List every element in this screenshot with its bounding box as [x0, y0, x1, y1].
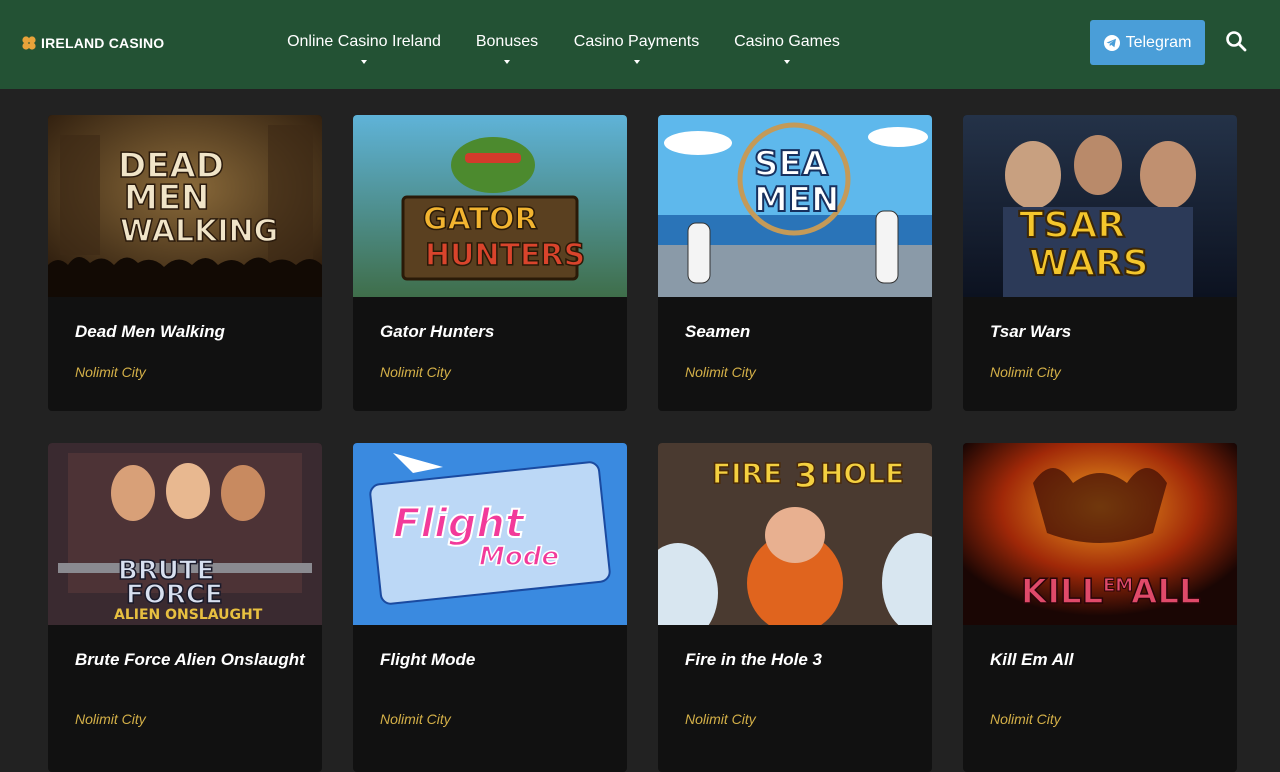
game-card-kill-em-all[interactable]: KILL EM ALL Kill Em All Nolimit City: [963, 443, 1237, 772]
art-title-line: GATOR: [423, 202, 538, 237]
nav-label: Casino Games: [734, 33, 840, 50]
site-logo[interactable]: IRELAND CASINO: [21, 33, 164, 53]
game-thumbnail[interactable]: SEA MEN: [658, 115, 932, 297]
telegram-icon: [1103, 34, 1120, 51]
game-thumbnail[interactable]: GATOR HUNTERS: [353, 115, 627, 297]
caret-down-icon: [361, 60, 367, 64]
game-title[interactable]: Tsar Wars: [990, 322, 1220, 341]
art-title-line: ALIEN ONSLAUGHT: [114, 607, 263, 623]
game-title[interactable]: Flight Mode: [380, 650, 610, 669]
caret-down-icon: [504, 60, 510, 64]
art-title-line: HOLE: [820, 457, 904, 490]
nav-label: Bonuses: [475, 33, 539, 50]
game-card-tsar-wars[interactable]: TSAR WARS Tsar Wars Nolimit City: [963, 115, 1237, 411]
game-provider: Nolimit City: [685, 364, 756, 380]
nav-bonuses[interactable]: Bonuses: [475, 33, 539, 73]
art-title-line: MEN: [124, 178, 210, 218]
game-provider: Nolimit City: [380, 711, 451, 727]
art-title-line: EM: [1103, 575, 1133, 596]
nav-label: Online Casino Ireland: [287, 33, 441, 50]
art-title-line: ALL: [1131, 572, 1201, 612]
game-title[interactable]: Brute Force Alien Onslaught: [75, 650, 305, 669]
caret-down-icon: [633, 60, 640, 64]
game-card-brute-force[interactable]: BRUTE FORCE ALIEN ONSLAUGHT Brute Force …: [48, 443, 322, 772]
game-card-gator-hunters[interactable]: GATOR HUNTERS Gator Hunters Nolimit City: [353, 115, 627, 411]
game-card-fire-in-the-hole-3[interactable]: FIRE 3 HOLE Fire in the Hole 3 Nolimit C…: [658, 443, 932, 772]
game-provider: Nolimit City: [990, 711, 1061, 727]
game-thumbnail[interactable]: TSAR WARS: [963, 115, 1237, 297]
game-title[interactable]: Fire in the Hole 3: [685, 650, 915, 669]
telegram-button[interactable]: Telegram: [1090, 20, 1205, 65]
nav-online-casino-ireland[interactable]: Online Casino Ireland: [286, 33, 442, 73]
nav-casino-games[interactable]: Casino Games: [733, 33, 841, 73]
game-card-flight-mode[interactable]: Flight Mode Flight Mode Nolimit City: [353, 443, 627, 772]
art-title-line: MEN: [754, 180, 840, 220]
game-card-dead-men-walking[interactable]: DEAD MEN WALKING Dead Men Walking Nolimi…: [48, 115, 322, 411]
search-button[interactable]: [1224, 29, 1248, 53]
game-thumbnail[interactable]: FIRE 3 HOLE: [658, 443, 932, 625]
art-title-line: HUNTERS: [425, 238, 585, 273]
game-title[interactable]: Seamen: [685, 322, 915, 341]
art-title-line: TSAR: [1019, 205, 1125, 246]
game-title[interactable]: Kill Em All: [990, 650, 1220, 669]
game-provider: Nolimit City: [685, 711, 756, 727]
game-thumbnail[interactable]: BRUTE FORCE ALIEN ONSLAUGHT: [48, 443, 322, 625]
game-card-seamen[interactable]: SEA MEN Seamen Nolimit City: [658, 115, 932, 411]
clover-icon: [22, 36, 36, 50]
game-thumbnail[interactable]: DEAD MEN WALKING: [48, 115, 322, 297]
game-provider: Nolimit City: [75, 711, 146, 727]
art-title-line: WALKING: [120, 214, 278, 249]
art-title-line: FIRE: [712, 457, 782, 490]
game-provider: Nolimit City: [990, 364, 1061, 380]
nav-casino-payments[interactable]: Casino Payments: [572, 33, 701, 73]
art-title-line: FORCE: [126, 580, 223, 610]
art-title-line: Flight: [393, 501, 526, 547]
game-thumbnail[interactable]: Flight Mode: [353, 443, 627, 625]
art-title-line: SEA: [754, 144, 829, 184]
game-provider: Nolimit City: [75, 364, 146, 380]
logo-text: IRELAND CASINO: [41, 35, 165, 51]
search-icon: [1226, 31, 1247, 52]
nav-label: Casino Payments: [573, 33, 700, 50]
game-title[interactable]: Gator Hunters: [380, 322, 610, 341]
art-title-line: KILL: [1021, 572, 1103, 612]
art-title-line: Mode: [479, 542, 559, 572]
art-title-line: WARS: [1029, 243, 1149, 284]
game-provider: Nolimit City: [380, 364, 451, 380]
game-thumbnail[interactable]: KILL EM ALL: [963, 443, 1237, 625]
telegram-label: Telegram: [1125, 33, 1192, 51]
game-title[interactable]: Dead Men Walking: [75, 322, 305, 341]
art-title-line: 3: [794, 456, 818, 496]
caret-down-icon: [784, 60, 790, 64]
site-header: IRELAND CASINO Online Casino Ireland Bon…: [0, 0, 1280, 89]
